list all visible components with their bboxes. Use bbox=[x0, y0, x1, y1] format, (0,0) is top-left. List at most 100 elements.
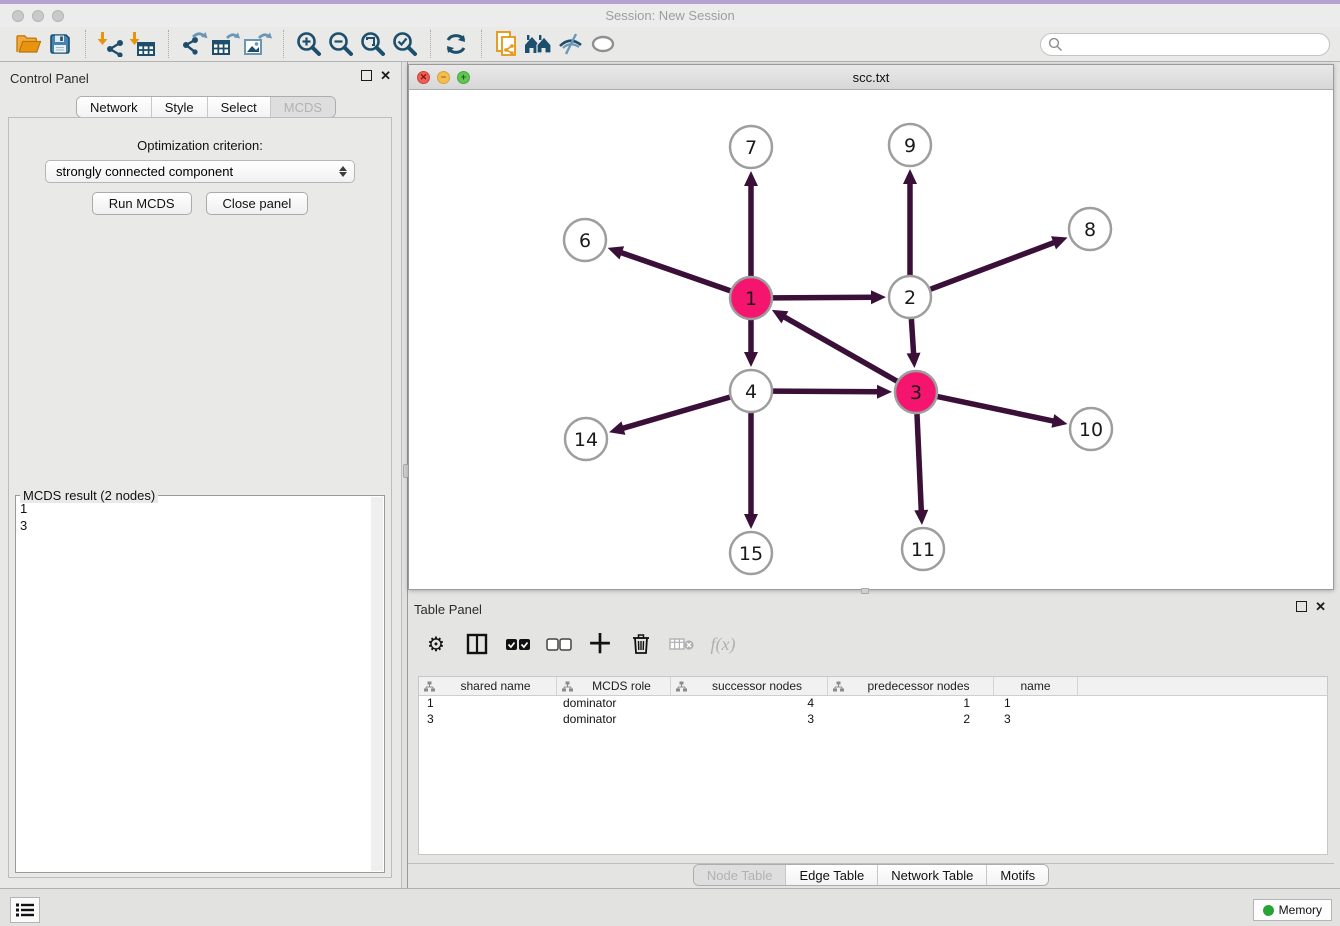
open-session-button[interactable] bbox=[12, 29, 44, 59]
column-header-name[interactable]: name bbox=[994, 677, 1078, 695]
main-area: Control Panel ✕ NetworkStyleSelectMCDS O… bbox=[0, 62, 1340, 888]
tab-edge-table[interactable]: Edge Table bbox=[785, 865, 877, 885]
edge-3-1[interactable] bbox=[782, 316, 897, 381]
table-cell[interactable]: 1 bbox=[828, 696, 994, 712]
export-table-button[interactable] bbox=[210, 29, 242, 59]
table-cell[interactable]: 1 bbox=[419, 696, 557, 712]
tab-motifs[interactable]: Motifs bbox=[986, 865, 1048, 885]
table-options-button[interactable]: ⚙ bbox=[422, 630, 450, 658]
close-panel-button[interactable]: Close panel bbox=[206, 192, 309, 215]
refresh-button[interactable] bbox=[440, 29, 472, 59]
edge-1-2[interactable] bbox=[773, 297, 874, 298]
app-titlebar[interactable]: Session: New Session bbox=[0, 4, 1340, 27]
network-canvas[interactable]: 7968124314101511 bbox=[409, 90, 1333, 589]
table-cell[interactable]: 2 bbox=[828, 712, 994, 728]
tab-select[interactable]: Select bbox=[207, 97, 270, 117]
zoom-selected-button[interactable] bbox=[389, 29, 421, 59]
table-row[interactable]: 3dominator323 bbox=[419, 712, 1327, 728]
arrowhead-icon bbox=[744, 171, 758, 186]
table-cell[interactable]: 4 bbox=[671, 696, 828, 712]
import-network-button[interactable] bbox=[95, 29, 127, 59]
table-cell[interactable]: dominator bbox=[557, 696, 671, 712]
delete-column-button[interactable] bbox=[627, 630, 655, 658]
column-header-MCDS-role[interactable]: MCDS role bbox=[557, 677, 671, 695]
column-header-shared-name[interactable]: shared name bbox=[419, 677, 557, 695]
edge-3-11[interactable] bbox=[917, 414, 921, 513]
node-label-1: 1 bbox=[745, 288, 757, 310]
network-maximize-button[interactable]: + bbox=[457, 71, 470, 84]
eye-slash-icon bbox=[557, 32, 585, 56]
table-cell[interactable]: 3 bbox=[419, 712, 557, 728]
edge-3-10[interactable] bbox=[938, 397, 1056, 422]
task-history-button[interactable] bbox=[10, 897, 40, 923]
table-panel: Table Panel ✕ ⚙ bbox=[408, 596, 1334, 888]
arrowhead-icon bbox=[608, 246, 624, 259]
first-neighbors-button[interactable] bbox=[523, 29, 555, 59]
zoom-fit-button[interactable] bbox=[357, 29, 389, 59]
vertical-splitter[interactable] bbox=[401, 62, 408, 888]
node-label-2: 2 bbox=[904, 287, 916, 309]
tab-style[interactable]: Style bbox=[151, 97, 207, 117]
tab-mcds[interactable]: MCDS bbox=[270, 97, 335, 117]
network-close-button[interactable]: ✕ bbox=[417, 71, 430, 84]
network-minimize-button[interactable]: − bbox=[437, 71, 450, 84]
arrowhead-icon bbox=[1051, 236, 1068, 249]
node-label-7: 7 bbox=[745, 137, 757, 159]
close-table-panel-icon[interactable]: ✕ bbox=[1315, 601, 1326, 612]
tab-network[interactable]: Network bbox=[77, 97, 151, 117]
tab-network-table[interactable]: Network Table bbox=[877, 865, 986, 885]
main-toolbar bbox=[0, 27, 1340, 62]
edge-2-8[interactable] bbox=[931, 242, 1057, 290]
optimization-criterion-select[interactable]: strongly connected component bbox=[45, 160, 355, 183]
export-network-button[interactable] bbox=[178, 29, 210, 59]
float-table-panel-icon[interactable] bbox=[1296, 601, 1307, 612]
mcds-result-title: MCDS result (2 nodes) bbox=[20, 488, 158, 503]
edge-2-3[interactable] bbox=[911, 319, 913, 356]
table-header-row: shared nameMCDS rolesuccessor nodesprede… bbox=[419, 677, 1327, 696]
show-graphics-details-button[interactable] bbox=[587, 29, 619, 59]
memory-button[interactable]: Memory bbox=[1253, 899, 1332, 921]
edge-1-6[interactable] bbox=[619, 252, 730, 291]
table-cell[interactable]: 3 bbox=[671, 712, 828, 728]
table-cell[interactable]: 3 bbox=[994, 712, 1078, 728]
tab-node-table[interactable]: Node Table bbox=[694, 865, 786, 885]
node-label-9: 9 bbox=[904, 135, 916, 157]
network-window-titlebar[interactable]: ✕ − + scc.txt bbox=[409, 65, 1333, 90]
export-image-button[interactable] bbox=[242, 29, 274, 59]
horizontal-splitter-handle[interactable] bbox=[861, 588, 869, 594]
table-cell[interactable]: dominator bbox=[557, 712, 671, 728]
mcds-result-text[interactable]: 1 3 bbox=[20, 500, 27, 534]
arrowhead-icon bbox=[871, 290, 886, 304]
close-panel-icon[interactable]: ✕ bbox=[380, 70, 391, 81]
toolbar-separator bbox=[481, 30, 482, 58]
edge-4-14[interactable] bbox=[621, 397, 730, 429]
table-toolbar: ⚙ bbox=[422, 624, 737, 664]
add-column-button[interactable]: ＋ bbox=[586, 630, 614, 658]
delete-table-button[interactable] bbox=[668, 630, 696, 658]
zoom-out-button[interactable] bbox=[325, 29, 357, 59]
checked-boxes-icon bbox=[505, 638, 531, 651]
result-scrollbar[interactable] bbox=[371, 497, 383, 871]
network-window-title: scc.txt bbox=[409, 70, 1333, 85]
table-cell[interactable]: 1 bbox=[994, 696, 1078, 712]
select-all-columns-button[interactable] bbox=[504, 630, 532, 658]
duplicate-network-button[interactable] bbox=[491, 29, 523, 59]
table-row[interactable]: 1dominator411 bbox=[419, 696, 1327, 712]
column-header-successor-nodes[interactable]: successor nodes bbox=[671, 677, 828, 695]
unselect-all-columns-button[interactable] bbox=[545, 630, 573, 658]
column-header-predecessor-nodes[interactable]: predecessor nodes bbox=[828, 677, 994, 695]
network-graph[interactable]: 7968124314101511 bbox=[409, 90, 1333, 589]
search-input[interactable] bbox=[1040, 33, 1330, 56]
function-builder-button[interactable]: f(x) bbox=[709, 630, 737, 658]
show-column-button[interactable] bbox=[463, 630, 491, 658]
import-table-button[interactable] bbox=[127, 29, 159, 59]
float-panel-icon[interactable] bbox=[361, 70, 372, 81]
hide-graphics-details-button[interactable] bbox=[555, 29, 587, 59]
table-bottom-strip bbox=[408, 855, 1334, 864]
save-session-button[interactable] bbox=[44, 29, 76, 59]
trash-icon bbox=[631, 633, 651, 655]
zoom-in-button[interactable] bbox=[293, 29, 325, 59]
zoom-in-icon bbox=[296, 31, 322, 57]
edge-4-3[interactable] bbox=[773, 391, 880, 392]
run-mcds-button[interactable]: Run MCDS bbox=[92, 192, 192, 215]
